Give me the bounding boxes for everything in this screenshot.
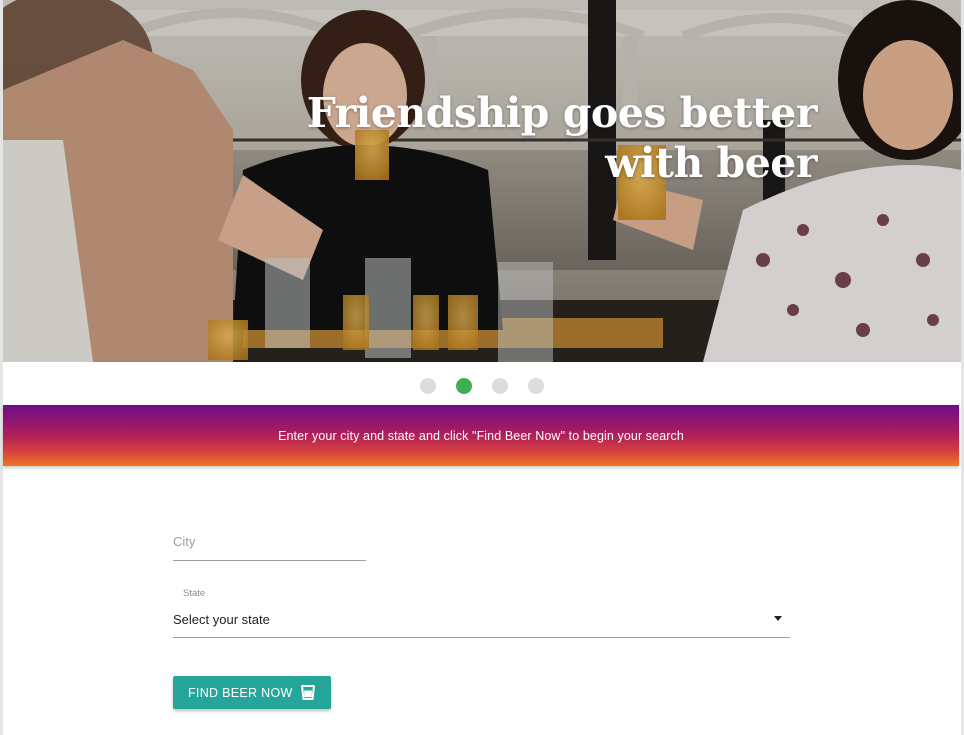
instruction-text: Enter your city and state and click "Fin… [278, 428, 684, 443]
hero-carousel: Friendship goes better with beer [3, 0, 961, 362]
carousel-dot-2[interactable] [456, 378, 472, 394]
city-input[interactable] [173, 528, 366, 554]
hero-title: Friendship goes better with beer [306, 89, 818, 187]
state-select-value: Select your state [173, 612, 270, 627]
state-select[interactable]: Select your state [173, 606, 790, 638]
caret-down-icon [774, 616, 782, 621]
carousel-dot-1[interactable] [420, 378, 436, 394]
city-field [173, 528, 366, 561]
page: Friendship goes better with beer Enter y… [0, 0, 964, 735]
find-beer-button[interactable]: FIND BEER NOW [173, 676, 331, 709]
carousel-indicators [0, 378, 964, 394]
instruction-banner: Enter your city and state and click "Fin… [3, 405, 959, 466]
beer-glass-icon [301, 685, 315, 700]
state-label: State [183, 588, 206, 599]
find-beer-button-label: FIND BEER NOW [188, 685, 293, 700]
carousel-dot-4[interactable] [528, 378, 544, 394]
carousel-dot-3[interactable] [492, 378, 508, 394]
